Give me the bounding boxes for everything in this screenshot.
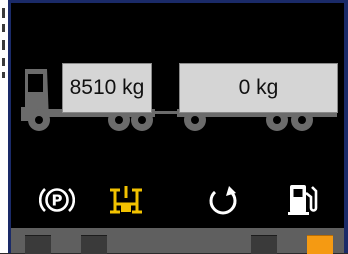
- wheel-hub: [191, 116, 199, 124]
- differential-lock-icon: [110, 186, 142, 214]
- svg-text:P: P: [52, 192, 63, 210]
- bezel-border-right: [344, 0, 348, 253]
- bezel-mark: [2, 8, 5, 18]
- truck-load-field: 8510 kg: [62, 63, 152, 113]
- softkey-1-button[interactable]: [25, 235, 51, 254]
- bezel-mark: [2, 40, 5, 50]
- parking-brake-icon: P: [39, 188, 75, 212]
- bezel-mark: [2, 24, 5, 32]
- truck-load-value: 8510 kg: [69, 76, 145, 99]
- wheel-hub: [115, 116, 123, 124]
- fuel-pump-icon: [288, 185, 318, 215]
- softkey-3-button[interactable]: [251, 235, 277, 254]
- softkey-2-button[interactable]: [81, 235, 107, 254]
- wheel-hub: [138, 116, 146, 124]
- wheel-hub: [35, 116, 43, 124]
- cab-window: [28, 74, 43, 92]
- softkey-bar: [11, 228, 344, 254]
- wheel-hub: [273, 116, 281, 124]
- bezel-mark: [2, 72, 5, 78]
- trailer-load-value: 0 kg: [238, 76, 279, 99]
- display-screen: 8510 kg 0 kg P: [11, 3, 344, 228]
- regeneration-icon: [209, 186, 237, 215]
- softkey-4-button[interactable]: [307, 235, 333, 254]
- bezel-left-strip: [0, 0, 8, 253]
- trailer-load-field: 0 kg: [179, 63, 338, 113]
- bezel-mark: [2, 58, 5, 66]
- wheel-hub: [298, 116, 306, 124]
